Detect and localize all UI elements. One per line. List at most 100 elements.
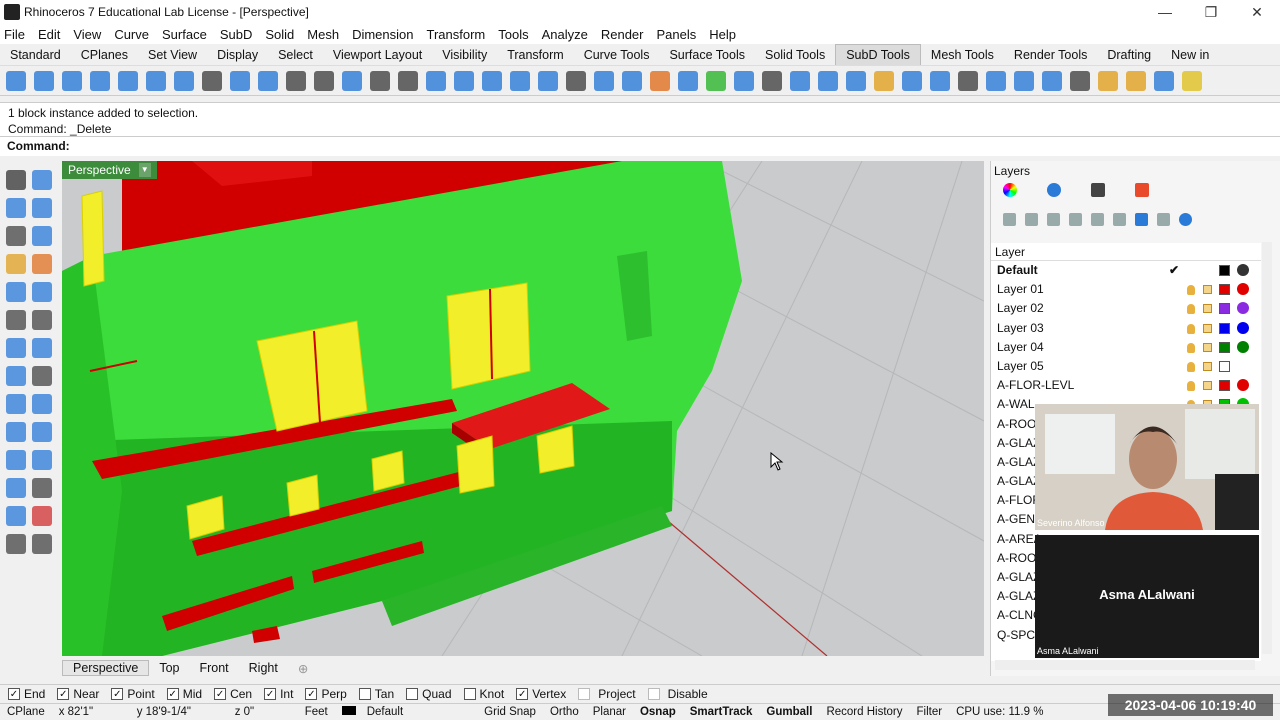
subd-tool-icon[interactable]: [90, 70, 110, 91]
layer-color-swatch[interactable]: [1219, 341, 1230, 353]
grid-snap-toggle[interactable]: Grid Snap: [477, 706, 543, 718]
tab-curve-tools[interactable]: Curve Tools: [574, 48, 660, 62]
subd-tool-icon[interactable]: [342, 70, 362, 91]
viewport-title[interactable]: Perspective ▼: [62, 161, 157, 179]
modeling-tool-icon[interactable]: [6, 338, 26, 358]
tools-icon[interactable]: [1157, 213, 1170, 226]
osnap-knot[interactable]: Knot: [463, 687, 504, 701]
modeling-tool-icon[interactable]: [32, 422, 52, 442]
osnap-disable[interactable]: Disable: [647, 687, 708, 701]
tab-visibility[interactable]: Visibility: [432, 48, 497, 62]
subd-tool-icon[interactable]: [930, 70, 950, 91]
tab-new-in[interactable]: New in: [1161, 48, 1219, 62]
modeling-tool-icon[interactable]: [32, 282, 52, 302]
osnap-checkbox[interactable]: ✓: [8, 687, 20, 700]
menu-tools[interactable]: Tools: [498, 27, 528, 42]
view-tab-front[interactable]: Front: [189, 661, 238, 675]
osnap-checkbox[interactable]: [647, 687, 660, 700]
osnap-checkbox[interactable]: ✓: [214, 687, 227, 700]
osnap-near[interactable]: ✓ Near: [57, 687, 99, 701]
layer-color-swatch[interactable]: [1219, 360, 1230, 372]
menu-surface[interactable]: Surface: [162, 27, 207, 42]
planar-toggle[interactable]: Planar: [586, 706, 633, 718]
osnap-int[interactable]: ✓ Int: [264, 687, 293, 701]
modeling-tool-icon[interactable]: [6, 226, 26, 246]
smarttrack-toggle[interactable]: SmartTrack: [683, 706, 760, 718]
modeling-tool-icon[interactable]: [6, 534, 26, 554]
layer-material-icon[interactable]: [1237, 359, 1249, 372]
tab-standard[interactable]: Standard: [0, 48, 71, 62]
layer-row[interactable]: Layer 03: [991, 319, 1261, 338]
lock-icon[interactable]: [1203, 285, 1212, 295]
layer-color-swatch[interactable]: [1219, 380, 1230, 392]
visibility-bulb-icon[interactable]: [1187, 381, 1195, 392]
menu-mesh[interactable]: Mesh: [307, 27, 339, 42]
subd-tool-icon[interactable]: [426, 70, 446, 91]
tab-solid-tools[interactable]: Solid Tools: [755, 48, 835, 62]
modeling-tool-icon[interactable]: [32, 394, 52, 414]
modeling-tool-icon[interactable]: [6, 422, 26, 442]
subd-tool-icon[interactable]: [902, 70, 922, 91]
osnap-checkbox[interactable]: [578, 687, 591, 700]
subd-tool-icon[interactable]: [118, 70, 138, 91]
osnap-checkbox[interactable]: ✓: [264, 687, 277, 700]
layer-material-icon[interactable]: [1237, 379, 1249, 392]
modeling-tool-icon[interactable]: [32, 534, 52, 554]
properties-tab-icon[interactable]: [1003, 183, 1017, 197]
subd-tool-icon[interactable]: [818, 70, 838, 91]
subd-tool-icon[interactable]: [286, 70, 306, 91]
subd-tool-icon[interactable]: [370, 70, 390, 91]
modeling-tool-icon[interactable]: [6, 198, 26, 218]
modeling-tool-icon[interactable]: [32, 506, 52, 526]
modeling-tool-icon[interactable]: [6, 310, 26, 330]
osnap-point[interactable]: ✓ Point: [111, 687, 155, 701]
osnap-tan[interactable]: Tan: [358, 687, 394, 701]
subd-tool-icon[interactable]: [62, 70, 82, 91]
restore-button[interactable]: ❐: [1188, 0, 1234, 24]
subd-tool-icon[interactable]: [1070, 70, 1090, 91]
subd-tool-icon[interactable]: [202, 70, 222, 91]
tab-transform[interactable]: Transform: [497, 48, 574, 62]
view-tab-perspective[interactable]: Perspective: [62, 660, 150, 676]
subd-tool-icon[interactable]: [762, 70, 782, 91]
close-button[interactable]: ✕: [1234, 0, 1280, 24]
visibility-bulb-icon[interactable]: [1187, 342, 1195, 353]
osnap-checkbox[interactable]: ✓: [111, 687, 124, 700]
subd-tool-icon[interactable]: [622, 70, 642, 91]
modeling-tool-icon[interactable]: [6, 478, 26, 498]
lock-icon[interactable]: [1203, 323, 1212, 333]
osnap-checkbox[interactable]: ✓: [305, 687, 318, 700]
layer-color-swatch[interactable]: [1219, 322, 1230, 334]
layer-row[interactable]: Layer 05: [991, 357, 1261, 376]
render-tab-icon[interactable]: [1047, 183, 1061, 197]
ortho-toggle[interactable]: Ortho: [543, 706, 586, 718]
osnap-checkbox[interactable]: ✓: [516, 687, 529, 700]
subd-tool-icon[interactable]: [594, 70, 614, 91]
osnap-checkbox[interactable]: [406, 687, 419, 700]
modeling-tool-icon[interactable]: [6, 450, 26, 470]
tab-cplanes[interactable]: CPlanes: [71, 48, 138, 62]
view-tab-top[interactable]: Top: [149, 661, 189, 675]
osnap-checkbox[interactable]: ✓: [57, 687, 70, 700]
modeling-tool-icon[interactable]: [6, 254, 26, 274]
layer-material-icon[interactable]: [1237, 264, 1249, 276]
layers-horizontal-scrollbar[interactable]: [995, 660, 1255, 670]
menu-render[interactable]: Render: [601, 27, 644, 42]
cplane-label[interactable]: CPlane: [0, 706, 52, 718]
modeling-tool-icon[interactable]: [6, 506, 26, 526]
osnap-project[interactable]: Project: [578, 687, 636, 701]
visibility-bulb-icon[interactable]: [1187, 285, 1195, 296]
menu-dimension[interactable]: Dimension: [352, 27, 413, 42]
record-history-toggle[interactable]: Record History: [819, 706, 909, 718]
subd-tool-icon[interactable]: [706, 70, 726, 91]
subd-tool-icon[interactable]: [258, 70, 278, 91]
modeling-tool-icon[interactable]: [32, 254, 52, 274]
subd-tool-icon[interactable]: [790, 70, 810, 91]
osnap-cen[interactable]: ✓ Cen: [214, 687, 252, 701]
modeling-tool-icon[interactable]: [32, 170, 52, 190]
osnap-checkbox[interactable]: ✓: [166, 687, 179, 700]
subd-tool-icon[interactable]: [874, 70, 894, 91]
layer-material-icon[interactable]: [1237, 302, 1249, 315]
modeling-tool-icon[interactable]: [32, 310, 52, 330]
visibility-bulb-icon[interactable]: [1187, 361, 1195, 372]
